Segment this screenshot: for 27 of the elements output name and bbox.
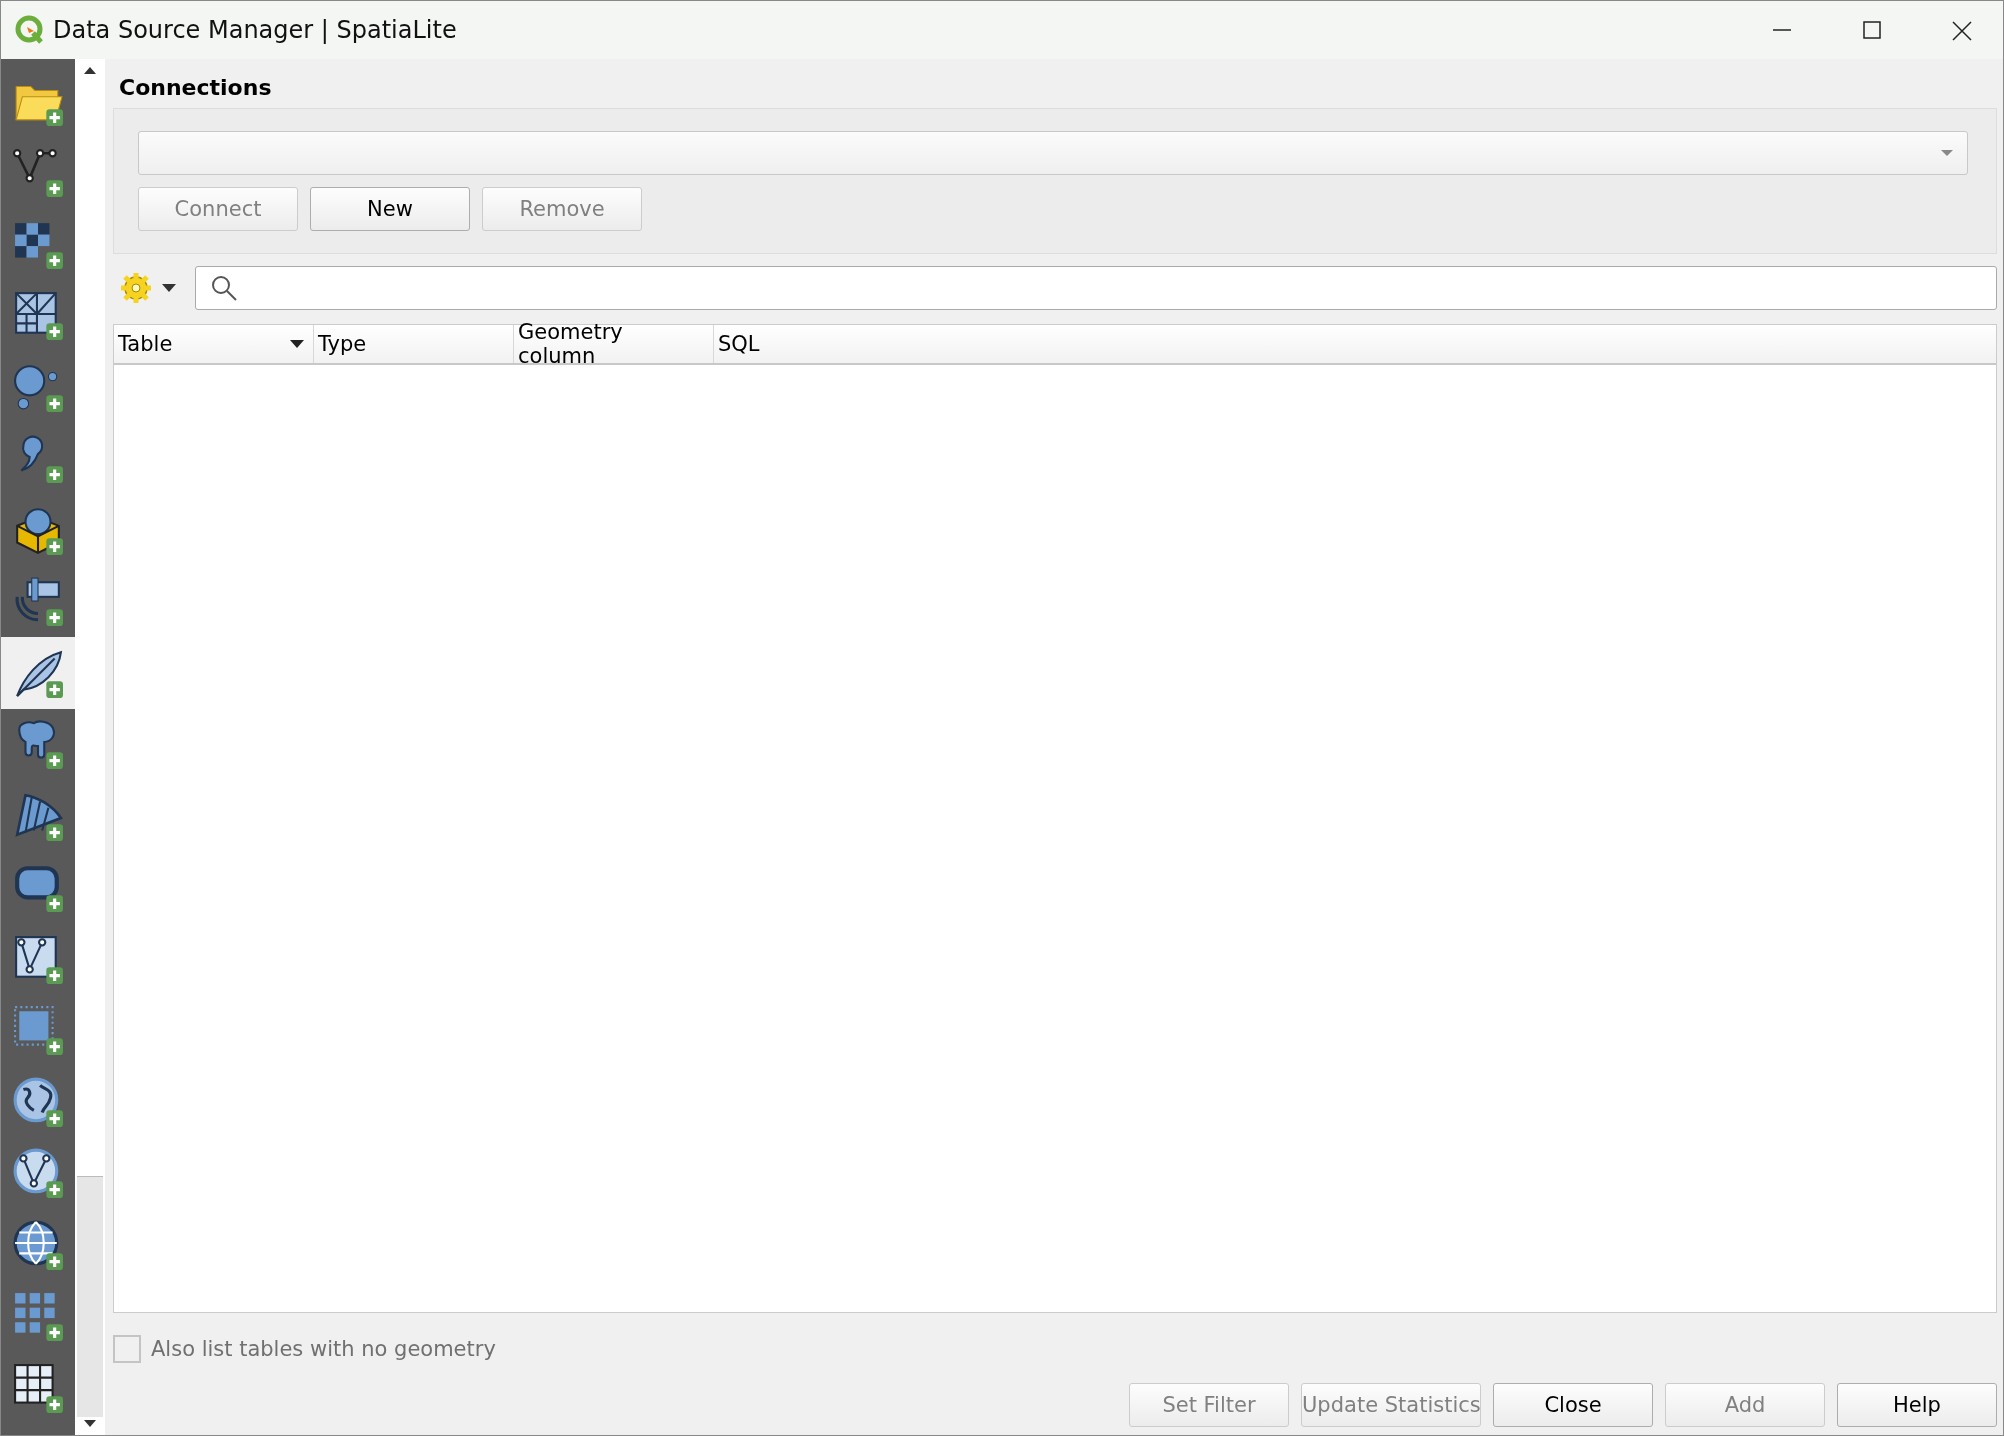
caret-icon (161, 283, 177, 293)
column-header[interactable]: Table (114, 325, 314, 363)
sidebar-item[interactable] (1, 637, 75, 709)
globe-icon (13, 1076, 63, 1127)
column-header[interactable]: Geometry column (514, 325, 714, 363)
checkbox-label: Also list tables with no geometry (151, 1337, 496, 1361)
dialog-button[interactable]: Close (1493, 1383, 1653, 1427)
connection-button[interactable]: New (310, 187, 470, 231)
app-logo-icon (15, 15, 45, 45)
column-header[interactable]: Type (314, 325, 514, 363)
gear-icon (119, 271, 153, 305)
tile-grid-icon (13, 1291, 63, 1342)
window-title: Data Source Manager | SpatiaLite (53, 16, 457, 44)
search-icon (210, 274, 238, 302)
section-heading: Connections (119, 75, 273, 100)
globe-vector-icon (13, 1148, 63, 1199)
dropdown-arrow-icon (1939, 148, 1955, 158)
table-grid-icon (13, 1362, 63, 1413)
polyline-icon (13, 147, 63, 198)
column-header[interactable]: SQL (714, 325, 1996, 363)
search-field[interactable] (195, 266, 1997, 310)
dialog-button[interactable]: Help (1837, 1383, 1997, 1427)
connector-icon (13, 576, 63, 627)
globe-icon (13, 1219, 63, 1270)
vector-square-icon (13, 933, 63, 984)
mesh-icon (13, 290, 63, 341)
dotted-square-icon (13, 1005, 63, 1056)
